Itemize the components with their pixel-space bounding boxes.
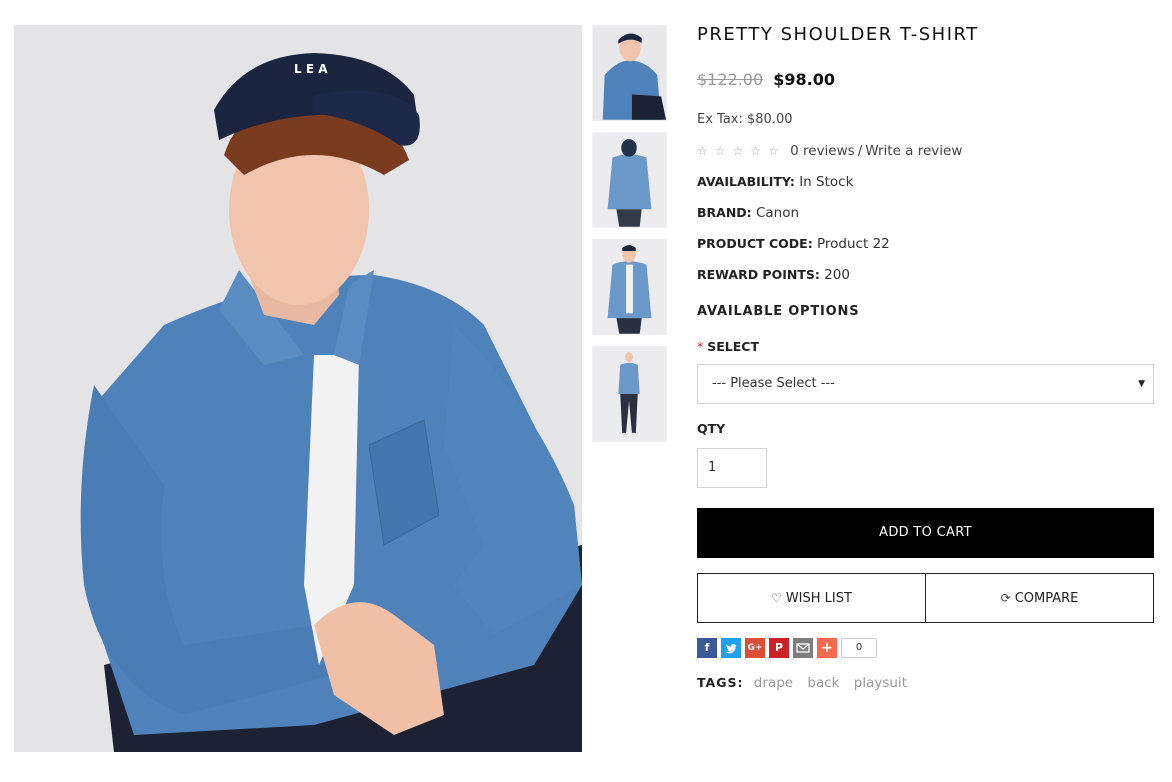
rating-row: ☆ ☆ ☆ ☆ ☆ 0 reviews / Write a review (697, 141, 1154, 161)
brand-label: BRAND: (697, 205, 752, 220)
wish-list-button[interactable]: ♡ WISH LIST (698, 574, 925, 622)
availability-row: AVAILABILITY: In Stock (697, 172, 1154, 192)
product-info: PRETTY SHOULDER T-SHIRT $122.00 $98.00 E… (697, 20, 1154, 693)
rating-stars: ☆ ☆ ☆ ☆ ☆ (697, 141, 786, 161)
option-select-value: --- Please Select --- (712, 376, 835, 391)
rating-separator: / (857, 143, 863, 159)
brand-value: Canon (755, 205, 800, 221)
reward-points-label: REWARD POINTS: (697, 267, 820, 282)
option-select[interactable]: --- Please Select --- ▼ (697, 364, 1154, 404)
star-icon: ☆ (750, 144, 762, 158)
available-options-heading: AVAILABLE OPTIONS (697, 304, 860, 319)
facebook-icon[interactable]: f (697, 638, 717, 658)
tags-label: TAGS: (697, 675, 744, 690)
write-review-link[interactable]: Write a review (865, 143, 962, 159)
ex-tax-price: Ex Tax: $80.00 (697, 112, 793, 127)
star-icon: ☆ (697, 144, 708, 158)
twitter-icon[interactable] (721, 638, 741, 658)
star-icon: ☆ (714, 144, 726, 158)
heart-icon: ♡ (771, 591, 782, 605)
thumbnail-4[interactable] (592, 346, 667, 442)
select-label: SELECT (707, 339, 759, 354)
price-row: $122.00 $98.00 (697, 67, 1154, 93)
thumbnail-gallery (592, 25, 667, 453)
qty-label: QTY (697, 421, 726, 436)
availability-label: AVAILABILITY: (697, 174, 795, 189)
pinterest-icon[interactable]: P (769, 638, 789, 658)
product-code-row: PRODUCT CODE: Product 22 (697, 234, 1154, 254)
thumbnail-3[interactable] (592, 239, 667, 335)
thumbnail-1[interactable] (592, 25, 667, 121)
product-code-label: PRODUCT CODE: (697, 236, 813, 251)
tag-link[interactable]: drape (754, 675, 793, 691)
availability-value: In Stock (799, 174, 854, 190)
share-bar: f G+ P + 0 (697, 637, 1154, 659)
quantity-input[interactable]: 1 (697, 448, 767, 488)
tag-link[interactable]: back (807, 675, 839, 691)
model-photo: L E A (14, 25, 582, 752)
cap-logo-text: L E A (294, 62, 328, 76)
star-icon: ☆ (768, 144, 779, 158)
tag-link[interactable]: playsuit (854, 675, 907, 691)
current-price: $98.00 (773, 70, 836, 89)
tags-row: TAGS: drape back playsuit (697, 673, 1154, 693)
thumbnail-2[interactable] (592, 132, 667, 228)
wishlist-compare-group: ♡ WISH LIST ⟳ COMPARE (697, 573, 1154, 623)
compare-label: COMPARE (1014, 591, 1079, 606)
google-plus-icon[interactable]: G+ (745, 638, 765, 658)
reviews-link[interactable]: 0 reviews (790, 143, 855, 159)
required-marker: * (697, 339, 704, 354)
product-title: PRETTY SHOULDER T-SHIRT (697, 24, 979, 45)
star-icon: ☆ (732, 144, 744, 158)
chevron-down-icon: ▼ (1138, 379, 1145, 389)
compare-button[interactable]: ⟳ COMPARE (925, 574, 1153, 622)
add-to-cart-button[interactable]: ADD TO CART (697, 508, 1154, 558)
select-label-row: * SELECT (697, 337, 1154, 357)
product-code-value: Product 22 (817, 236, 890, 252)
email-icon[interactable] (793, 638, 813, 658)
brand-row: BRAND: Canon (697, 203, 1154, 223)
share-count: 0 (841, 638, 877, 658)
reward-points-row: REWARD POINTS: 200 (697, 265, 1154, 285)
refresh-icon: ⟳ (1000, 591, 1011, 605)
main-product-image[interactable]: L E A (14, 25, 582, 752)
wish-list-label: WISH LIST (785, 591, 852, 606)
addthis-plus-icon[interactable]: + (817, 638, 837, 658)
old-price: $122.00 (697, 70, 764, 89)
reward-points-value: 200 (824, 267, 850, 283)
